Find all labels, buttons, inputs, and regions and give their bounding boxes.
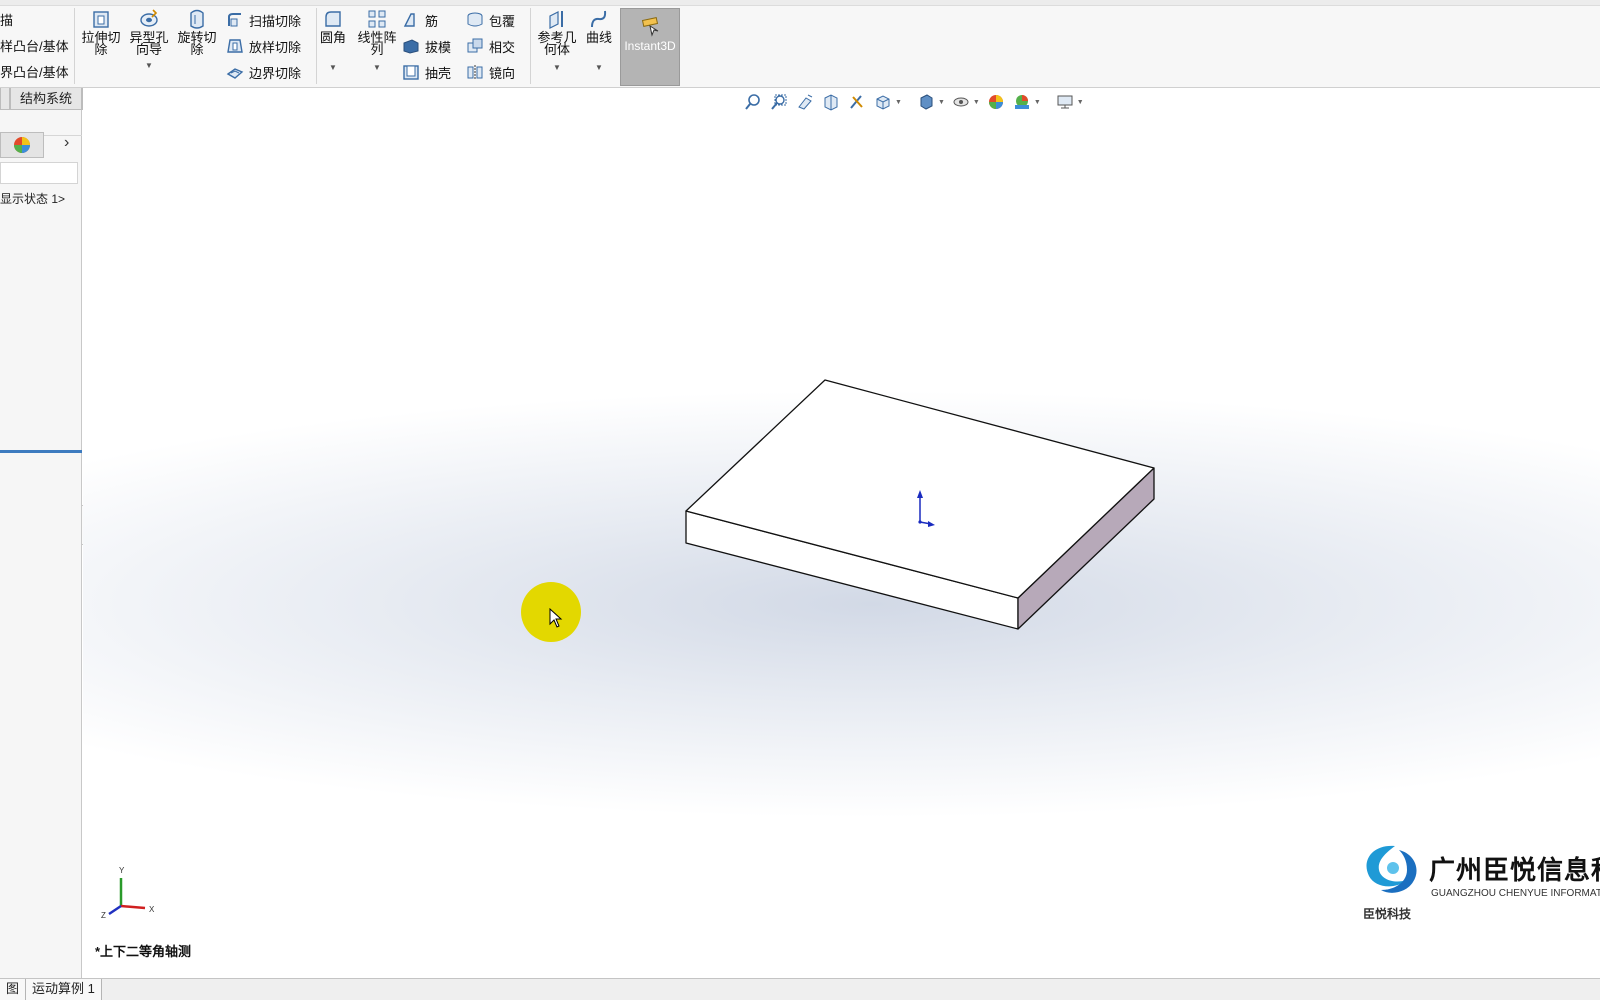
- rib-label: 筋: [425, 13, 439, 29]
- display-manager-tab[interactable]: [0, 132, 44, 158]
- boundary-cut-label: 边界切除: [249, 65, 302, 81]
- wrap-label: 包覆: [489, 13, 516, 29]
- feature-manager-panel: › 显示状态 1>: [0, 110, 82, 978]
- instant3d-label: Instant3D: [624, 39, 676, 53]
- boundary-boss-label: 界凸台/基体: [0, 64, 69, 80]
- reference-triad: Y X Z: [101, 866, 155, 920]
- draft-button[interactable]: 拔模: [402, 35, 451, 57]
- triad-z-label: Z: [101, 911, 106, 920]
- hole-wizard-button[interactable]: 异型孔 向导 ▼: [126, 8, 172, 72]
- ribbon-separator: [530, 8, 531, 84]
- instant3d-button[interactable]: Instant3D: [620, 8, 680, 86]
- fillet-icon: [325, 11, 341, 27]
- lofted-cut-button[interactable]: 放样切除: [226, 35, 301, 57]
- curves-button[interactable]: 曲线 ▼: [576, 8, 622, 74]
- chevron-down-icon[interactable]: ▼: [553, 62, 561, 74]
- company-watermark: 广州臣悦信息科 GUANGZHOU CHENYUE INFORMAT 臣悦科技: [1355, 840, 1600, 930]
- curves-label: 曲线: [585, 30, 612, 45]
- hole-wizard-icon: [140, 9, 158, 27]
- appearance-pie-icon: [14, 137, 30, 153]
- linear-pattern-label: 线性阵 列: [357, 30, 397, 57]
- reference-geometry-button[interactable]: 参考几 何体 ▼: [534, 8, 580, 74]
- chevron-down-icon[interactable]: ▼: [373, 62, 381, 74]
- triad-y-label: Y: [119, 866, 125, 875]
- wrap-icon: [467, 12, 483, 27]
- draft-label: 拔模: [425, 39, 452, 55]
- swept-boss-label: 描: [0, 12, 14, 28]
- display-state-label: 显示状态 1>: [0, 192, 66, 206]
- tab-structure-system[interactable]: 结构系统: [10, 88, 83, 110]
- title-strip: [0, 0, 1600, 6]
- graphics-area[interactable]: ▼ ▼ ▼ ▼ ▼ Y X Z *上下二等角轴测 广州臣悦信息科 GUANGZH…: [83, 88, 1600, 978]
- view-orientation-name: *上下二等角轴测: [95, 944, 192, 959]
- extruded-cut-label: 拉伸切 除: [81, 30, 121, 57]
- extruded-cut-icon: [93, 11, 109, 28]
- triad-z-axis: [108, 904, 122, 916]
- fillet-label: 圆角: [319, 30, 346, 45]
- boundary-cut-button[interactable]: 边界切除: [226, 61, 301, 83]
- chevron-down-icon[interactable]: ▼: [329, 62, 337, 74]
- chevron-down-icon[interactable]: ▼: [145, 60, 153, 72]
- intersect-button[interactable]: 相交: [466, 35, 515, 57]
- panel-split-line: [0, 450, 82, 453]
- lofted-cut-label: 放样切除: [249, 39, 302, 55]
- company-logo-icon: [1366, 845, 1417, 893]
- shell-label: 抽壳: [425, 65, 452, 81]
- revolved-cut-button[interactable]: 旋转切 除: [174, 8, 220, 56]
- ribbon-separator: [74, 8, 75, 84]
- extruded-cut-button[interactable]: 拉伸切 除: [78, 8, 124, 56]
- boundary-cut-icon: [226, 68, 244, 79]
- swept-cut-button[interactable]: 扫描切除: [226, 9, 301, 31]
- mouse-pointer-icon: [549, 608, 563, 628]
- tree-filter-input[interactable]: [0, 162, 78, 184]
- reference-geometry-icon: [549, 11, 563, 29]
- draft-icon: [403, 39, 419, 54]
- bottom-tab-bar: 图 运动算例 1: [0, 978, 1600, 1000]
- triad-x-label: X: [149, 905, 155, 914]
- company-name: 广州臣悦信息科: [1429, 855, 1600, 885]
- shell-icon: [403, 65, 419, 80]
- boundary-boss-partial-button[interactable]: 界凸台/基体: [0, 60, 69, 82]
- linear-pattern-icon: [368, 10, 386, 28]
- lofted-boss-partial-button[interactable]: 样凸台/基体: [0, 34, 69, 56]
- revolved-cut-label: 旋转切 除: [177, 30, 217, 57]
- curves-icon: [591, 10, 607, 28]
- tab-partial[interactable]: [0, 88, 10, 110]
- swept-boss-partial-button[interactable]: 描: [0, 8, 13, 30]
- chevron-down-icon[interactable]: ▼: [595, 62, 603, 74]
- mirror-label: 镜向: [489, 65, 516, 81]
- hole-wizard-label: 异型孔 向导: [129, 30, 169, 57]
- wrap-button[interactable]: 包覆: [466, 9, 515, 31]
- company-logo-text: 臣悦科技: [1363, 907, 1412, 921]
- rib-button[interactable]: 筋: [402, 9, 438, 31]
- tab-model[interactable]: 图: [0, 979, 27, 1000]
- rib-icon: [403, 13, 415, 27]
- instant3d-icon: [641, 17, 659, 37]
- reference-geometry-label: 参考几 何体: [537, 30, 577, 57]
- revolved-cut-icon: [190, 9, 204, 29]
- mirror-button[interactable]: 镜向: [466, 61, 515, 83]
- mirror-icon: [467, 65, 483, 80]
- triad-x-axis: [120, 904, 146, 910]
- lofted-boss-label: 样凸台/基体: [0, 38, 69, 54]
- fillet-button[interactable]: 圆角 ▼: [310, 8, 356, 74]
- tab-motion-study-1[interactable]: 运动算例 1: [26, 979, 102, 1000]
- swept-cut-label: 扫描切除: [249, 13, 302, 29]
- command-manager-ribbon: 描 样凸台/基体 界凸台/基体 拉伸切 除 异型孔 向导 ▼ 旋转切 除 扫描切…: [0, 0, 1600, 88]
- intersect-label: 相交: [489, 39, 516, 55]
- chevron-right-icon[interactable]: ›: [64, 134, 69, 152]
- company-english-name: GUANGZHOU CHENYUE INFORMAT: [1431, 888, 1600, 899]
- linear-pattern-button[interactable]: 线性阵 列 ▼: [354, 8, 400, 74]
- swept-cut-icon: [228, 13, 241, 27]
- lofted-cut-icon: [227, 39, 243, 53]
- intersect-icon: [467, 38, 483, 53]
- shell-button[interactable]: 抽壳: [402, 61, 451, 83]
